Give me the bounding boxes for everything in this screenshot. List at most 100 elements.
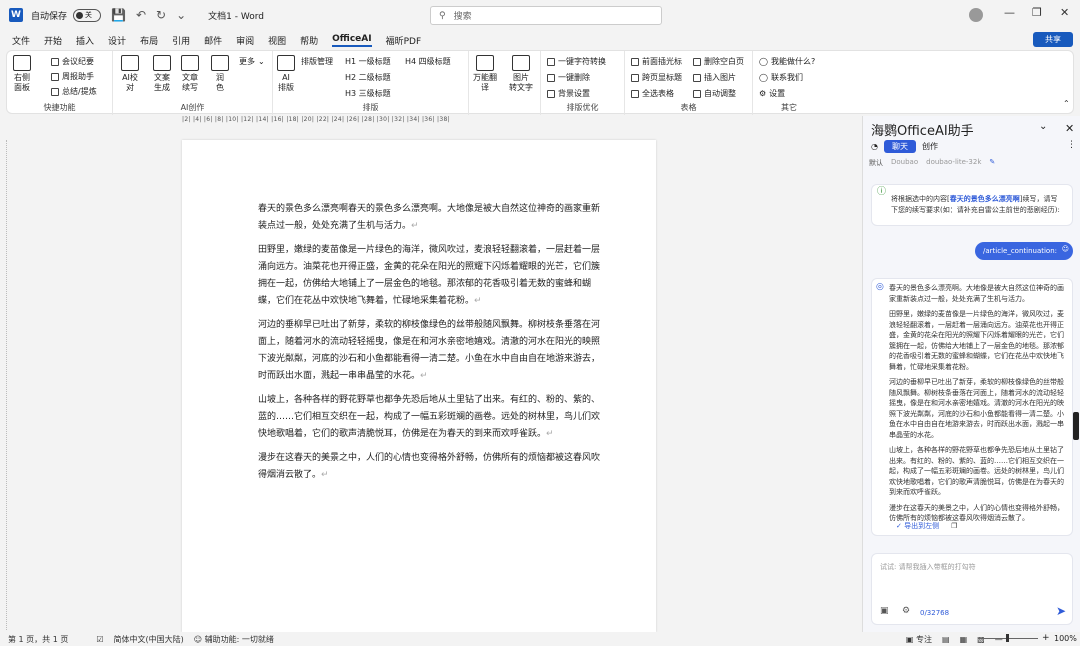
accessibility-status[interactable]: ☺ 辅助功能: 一切就绪 (194, 634, 274, 645)
zoom-slider-handle[interactable] (1006, 634, 1009, 642)
menu-file[interactable]: 文件 (12, 34, 30, 47)
document-body[interactable]: 春天的景色多么漂亮啊春天的景色多么漂亮啊。大地像是被大自然这位神奇的画家重新装点… (258, 201, 606, 491)
delete-blank-page-button[interactable]: 删除空白页 (693, 56, 744, 67)
polish-icon (211, 55, 229, 71)
auto-fit-button[interactable]: 自动调整 (693, 88, 736, 99)
focus-mode-button[interactable]: ▣ 专注 (906, 634, 932, 645)
menu-mailings[interactable]: 邮件 (204, 34, 222, 47)
char-convert-button[interactable]: 一键字符转换 (547, 56, 606, 67)
zoom-in-icon[interactable]: + (1042, 633, 1050, 643)
save-icon[interactable]: 💾 (111, 8, 126, 22)
chat-input-box[interactable]: 试试: 请帮我插入带框的打勾符 ▣ ⚙ 0/32768 ➤ (871, 553, 1073, 625)
contact-us-button[interactable]: ◯ 联系我们 (759, 72, 803, 83)
tab-chat[interactable]: 聊天 (883, 140, 916, 153)
panel-scrollbar[interactable] (1073, 412, 1079, 440)
menu-insert[interactable]: 插入 (76, 34, 94, 47)
more-button[interactable]: 更多 ⌄ (239, 56, 265, 67)
document-page[interactable]: 春天的景色多么漂亮啊春天的景色多么漂亮啊。大地像是被大自然这位神奇的画家重新装点… (182, 140, 656, 632)
contact-us-label: 联系我们 (770, 73, 803, 82)
autosave-toggle[interactable]: 关 (73, 8, 102, 22)
user-avatar[interactable] (969, 8, 983, 22)
one-click-delete-label: 一键删除 (558, 73, 590, 82)
what-can-i-do-button[interactable]: ◯ 我能做什么? (759, 56, 815, 67)
insert-cursor-before-label: 前面插光标 (642, 57, 682, 66)
weekly-report-button[interactable]: 周报助手 (51, 71, 94, 82)
one-click-delete-button[interactable]: 一键删除 (547, 72, 590, 83)
menu-layout[interactable]: 布局 (140, 34, 158, 47)
menu-home[interactable]: 开始 (44, 34, 62, 47)
panel-options-chevron-icon[interactable]: ⌄ (1039, 121, 1047, 132)
meeting-minutes-button[interactable]: 会议纪要 (51, 56, 94, 67)
menu-review[interactable]: 审阅 (236, 34, 254, 47)
text-generate-button[interactable]: 文案 生成 (153, 55, 171, 93)
translate-button[interactable]: 万能翻 译 (473, 55, 497, 93)
paragraph-mark-icon: ↵ (474, 296, 482, 306)
search-box[interactable]: ⚲ 搜索 (430, 6, 662, 25)
layout-manage-button[interactable]: 排版管理 (301, 56, 333, 67)
export-to-left-button[interactable]: ✓ 导出到左侧 (896, 521, 939, 532)
polish-button[interactable]: 润 色 (211, 55, 229, 93)
more-options-icon[interactable]: ⋮ (1067, 140, 1076, 150)
zoom-out-icon[interactable]: — (995, 635, 1003, 644)
history-icon[interactable]: ◔ (871, 142, 878, 151)
right-panel-button[interactable]: 右侧 面板 (13, 55, 31, 93)
background-settings-label: 背景设置 (558, 89, 590, 98)
right-panel-label: 右侧 面板 (14, 73, 30, 92)
proofing-icon[interactable]: ☑ (96, 635, 103, 644)
screenshot-icon[interactable]: ▣ (880, 606, 889, 616)
panel-close-icon[interactable]: ✕ (1065, 122, 1074, 135)
undo-icon[interactable]: ↶ (136, 8, 146, 22)
summarize-button[interactable]: 总结/提炼 (51, 86, 97, 97)
settings-button[interactable]: ⚙ 设置 (759, 88, 785, 99)
language[interactable]: 简体中文(中国大陆) (114, 634, 184, 645)
close-icon[interactable]: ✕ (1060, 6, 1069, 19)
gear-icon[interactable]: ⚙ (902, 606, 910, 616)
menu-references[interactable]: 引用 (172, 34, 190, 47)
paragraph-mark-icon: ↵ (546, 429, 554, 439)
panel-title: 海鹦OfficeAI助手 (871, 124, 974, 139)
menu-design[interactable]: 设计 (108, 34, 126, 47)
menu-help[interactable]: 帮助 (300, 34, 318, 47)
read-mode-icon[interactable]: ▤ (942, 635, 950, 644)
ai-proofread-button[interactable]: AI校 对 (121, 55, 139, 93)
toggle-state: 关 (85, 11, 93, 19)
ai-layout-button[interactable]: AI 排版 (277, 55, 295, 93)
image-to-text-button[interactable]: 图片 转文字 (509, 55, 533, 93)
group-label-ai: AI创作 (180, 103, 205, 112)
redo-icon[interactable]: ↻ (156, 8, 166, 22)
collapse-ribbon-icon[interactable]: ⌃ (1063, 99, 1070, 108)
heading1-button[interactable]: H1 一级标题 (345, 56, 391, 67)
customize-chevron-icon[interactable]: ⌄ (176, 8, 186, 22)
copy-icon[interactable]: ❐ (951, 521, 957, 532)
insert-image-button[interactable]: 插入图片 (693, 72, 736, 83)
insert-cursor-before-button[interactable]: 前面插光标 (631, 56, 682, 67)
menu-officeai[interactable]: OfficeAI (332, 34, 372, 47)
send-icon[interactable]: ➤ (1056, 604, 1066, 618)
minimize-icon[interactable]: — (1004, 6, 1015, 19)
heading4-button[interactable]: H4 四级标题 (405, 56, 451, 67)
background-settings-button[interactable]: 背景设置 (547, 88, 590, 99)
model-selector[interactable]: 默认 Doubao doubao-lite-32k ✎ (869, 158, 995, 168)
menu-foxit-pdf[interactable]: 福昕PDF (386, 34, 422, 47)
share-button[interactable]: 共享 (1033, 32, 1073, 47)
page-count[interactable]: 第 1 页，共 1 页 (8, 634, 68, 645)
continue-writing-button[interactable]: 文章 续写 (181, 55, 199, 93)
convert-icon (547, 57, 555, 66)
edit-icon[interactable]: ✎ (989, 158, 995, 168)
repeat-header-label: 跨页显标题 (642, 73, 682, 82)
tab-create[interactable]: 创作 (922, 141, 938, 152)
print-layout-icon[interactable]: ▦ (960, 635, 968, 644)
select-icon (631, 89, 639, 98)
web-layout-icon[interactable]: ▧ (977, 635, 985, 644)
menu-view[interactable]: 视图 (268, 34, 286, 47)
select-table-button[interactable]: 全选表格 (631, 88, 674, 99)
zoom-level[interactable]: 100% (1054, 634, 1077, 643)
translate-label: 万能翻 译 (473, 73, 497, 92)
reply-paragraph: 河边的垂柳早已吐出了新芽，柔软的柳枝像绿色的丝带般随风飘舞。柳树枝条垂落在河面上… (889, 378, 1064, 439)
auto-fit-label: 自动调整 (704, 89, 736, 98)
info-icon: ⓘ (877, 187, 887, 197)
heading2-button[interactable]: H2 二级标题 (345, 72, 391, 83)
heading3-button[interactable]: H3 三级标题 (345, 88, 391, 99)
repeat-header-button[interactable]: 跨页显标题 (631, 72, 682, 83)
restore-icon[interactable]: ❐ (1032, 6, 1042, 19)
